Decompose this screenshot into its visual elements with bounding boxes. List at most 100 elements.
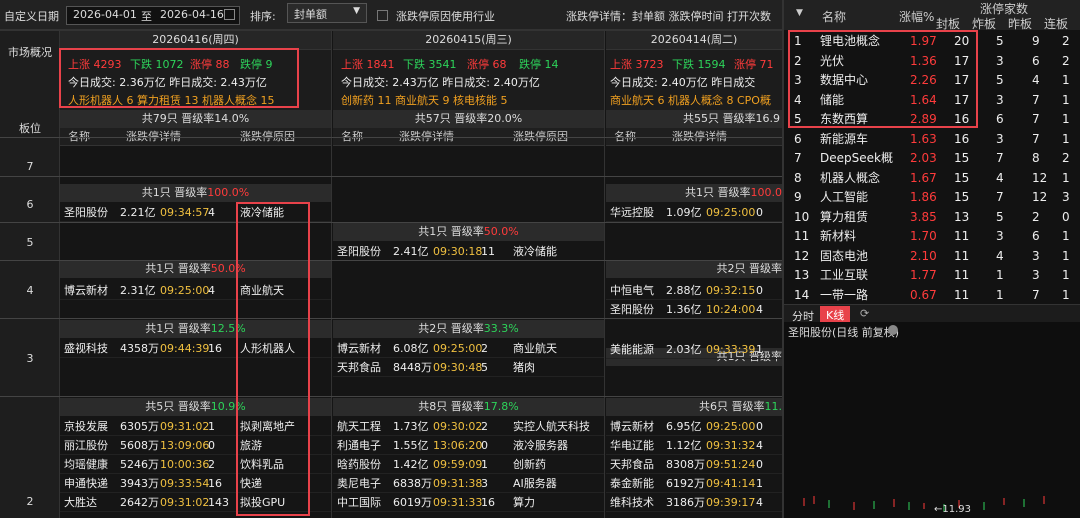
table-row[interactable]: 利通电子 1.55亿 13:06:20 0 液冷服务器 <box>333 436 604 455</box>
sector-cell: 6 <box>1032 53 1040 68</box>
table-row[interactable]: 博云新材 6.95亿 09:25:00 0 <box>606 417 782 436</box>
cell: 1 <box>208 420 215 433</box>
board-level-label: 板位 <box>19 122 41 135</box>
sector-cell: 3 <box>996 92 1004 107</box>
cell: 晗药股份 <box>337 458 381 471</box>
cell: 8448万 <box>393 361 432 374</box>
cell: AI服务器 <box>513 477 557 490</box>
cell: 09:31:02 <box>160 496 210 509</box>
table-row[interactable]: 圣阳股份 2.41亿 09:30:18 11 液冷储能 <box>333 242 604 261</box>
volume-text: 今日成交: 2.40万亿 昨日成交 <box>610 76 756 89</box>
sector-row[interactable]: 8 机器人概念 1.67 15 4 12 1 <box>784 169 1080 188</box>
table-row[interactable]: 中恒电气 2.88亿 09:32:15 0 <box>606 281 782 300</box>
table-row[interactable]: 盛视科技 4358万 09:44:39 16 人形机器人 <box>60 339 331 358</box>
sector-row[interactable]: 10 算力租赁 3.85 13 5 2 0 <box>784 208 1080 227</box>
table-row[interactable]: 丽江股份 5608万 13:09:06 0 旅游 <box>60 436 331 455</box>
table-row[interactable]: 泰金新能 6192万 09:41:14 1 <box>606 474 782 493</box>
table-row[interactable]: 京投发展 6305万 09:31:02 1 拟剥离地产 <box>60 417 331 436</box>
table-row[interactable]: 天邦食品 8448万 09:30:48 5 猪肉 <box>333 358 604 377</box>
sector-cell: 3 <box>1032 248 1040 263</box>
collapse-icon[interactable]: ▼ <box>796 8 803 18</box>
table-row[interactable]: 华电辽能 1.12亿 09:31:32 4 <box>606 436 782 455</box>
th-yesterday[interactable]: 昨板 <box>1008 15 1032 32</box>
cell: 1 <box>756 477 763 490</box>
table-row[interactable]: 奥尼电子 6838万 09:31:38 3 AI服务器 <box>333 474 604 493</box>
sector-row[interactable]: 4 储能 1.64 17 3 7 1 <box>784 91 1080 110</box>
sector-cell: 17 <box>954 73 970 87</box>
sector-row[interactable]: 2 光伏 1.36 17 3 6 2 <box>784 52 1080 71</box>
table-row[interactable]: 航天工程 1.73亿 09:30:02 2 实控人航天科技 <box>333 417 604 436</box>
sector-row[interactable]: 7 DeepSeek概 2.03 15 7 8 2 <box>784 149 1080 168</box>
up-count: 上涨 4293 <box>68 58 122 71</box>
sector-cell: 1.67 <box>910 170 937 185</box>
reason-industry-checkbox[interactable] <box>377 10 388 21</box>
sector-cell: 1.70 <box>910 229 937 243</box>
table-row[interactable]: 维科技术 3186万 09:39:17 4 <box>606 493 782 512</box>
table-row[interactable]: 中工国际 6019万 09:31:33 16 算力 <box>333 493 604 512</box>
table-row[interactable]: 晗药股份 1.42亿 09:59:09 1 创新药 <box>333 455 604 474</box>
sector-row[interactable]: 1 锂电池概念 1.97 20 5 9 2 <box>784 32 1080 51</box>
sector-cell: 工业互联 <box>820 268 869 282</box>
sector-cell: 储能 <box>820 92 845 107</box>
sector-cell: 2 <box>1062 53 1070 68</box>
dropdown-icon[interactable] <box>888 325 898 335</box>
cell: 丽江股份 <box>64 439 108 452</box>
table-row[interactable]: 大胜达 2642万 09:31:02 143 拟投GPU <box>60 493 331 512</box>
group-summary-2: 共8只 晋级率17.8% <box>333 398 604 416</box>
sector-cell: 1 <box>1062 112 1070 126</box>
cell: 0 <box>756 420 763 433</box>
sector-cell: 2.10 <box>910 248 937 263</box>
date-to[interactable]: 2026-04-16 <box>160 8 224 21</box>
cell: 4 <box>756 303 763 316</box>
sector-cell: 15 <box>954 170 970 185</box>
sector-ranking-panel: ▼ 名称 涨幅% 涨停家数 封板 炸板 昨板 连板 1 锂电池概念 1.97 20 5 9… <box>782 0 1080 518</box>
sector-row[interactable]: 5 东数西算 2.89 16 6 7 1 <box>784 110 1080 129</box>
cell: 0 <box>756 284 763 297</box>
sector-row[interactable]: 6 新能源车 1.63 16 3 7 1 <box>784 130 1080 149</box>
refresh-icon[interactable]: ⟳ <box>860 307 869 320</box>
day-column-3: 20260414(周二) 上涨 3723 下跌 1594 涨停 71 今日成交:… <box>606 30 782 518</box>
sector-row[interactable]: 14 一带一路 0.67 11 1 7 1 <box>784 286 1080 305</box>
calendar-icon[interactable] <box>224 9 235 20</box>
th-sector-name[interactable]: 名称 <box>822 8 846 25</box>
sector-cell: 9 <box>1032 34 1040 48</box>
sector-cell: 3 <box>1062 190 1070 204</box>
th-seal[interactable]: 封板 <box>936 15 960 32</box>
cell: 中工国际 <box>337 496 381 509</box>
sector-row[interactable]: 13 工业互联 1.77 11 1 3 1 <box>784 266 1080 285</box>
group-summary-4: 共1只 晋级率50.0% <box>60 260 331 278</box>
table-row[interactable]: 均瑶健康 5246万 10:00:36 2 饮料乳品 <box>60 455 331 474</box>
total-summary: 共57只 晋级率20.0% <box>333 110 604 128</box>
th-consecutive[interactable]: 连板 <box>1044 15 1068 32</box>
table-row[interactable]: 圣阳股份 1.36亿 10:24:00 4 <box>606 300 782 319</box>
sector-row[interactable]: 11 新材料 1.70 11 3 6 1 <box>784 227 1080 246</box>
group-summary-4: 共2只 晋级率 <box>606 260 782 278</box>
cell: 天邦食品 <box>610 458 654 471</box>
kline-chart[interactable]: 圣阳股份(日线 前复权) ←11.93 <box>784 322 1080 518</box>
table-row[interactable]: 美能能源 2.03亿 09:33:39 1 <box>606 340 782 359</box>
sector-row[interactable]: 3 数据中心 2.26 17 5 4 1 <box>784 71 1080 90</box>
th-broken[interactable]: 炸板 <box>972 15 996 32</box>
sector-row[interactable]: 9 人工智能 1.86 15 7 12 3 <box>784 188 1080 207</box>
sector-cell: 13 <box>954 209 970 224</box>
sector-cell: 1.63 <box>910 131 937 146</box>
cell: 奥尼电子 <box>337 477 381 490</box>
level-3: 3 <box>26 352 34 365</box>
table-row[interactable]: 博云新材 2.31亿 09:25:00 4 商业航天 <box>60 281 331 300</box>
sector-cell: 0.67 <box>910 287 937 302</box>
volume-text: 今日成交: 2.43万亿 昨日成交: 2.40万亿 <box>341 76 540 89</box>
sort-select[interactable]: 封单额 ▼ <box>287 3 367 23</box>
sector-row[interactable]: 12 固态电池 2.10 11 4 3 1 <box>784 247 1080 266</box>
table-row[interactable]: 天邦食品 8308万 09:51:24 0 <box>606 455 782 474</box>
th-pct[interactable]: 涨幅% <box>899 8 934 25</box>
group-summary-3: 共1只 晋级率12.5% <box>60 320 331 338</box>
limit-down-count: 跌停 9 <box>240 58 273 71</box>
date-from[interactable]: 2026-04-01 <box>73 8 137 21</box>
table-row[interactable]: 华远控股 1.09亿 09:25:00 0 <box>606 203 782 222</box>
table-row[interactable]: 圣阳股份 2.21亿 09:34:57 4 液冷储能 <box>60 203 331 222</box>
cell: 申通快递 <box>64 477 108 490</box>
sector-table-header: ▼ 名称 涨幅% 涨停家数 封板 炸板 昨板 连板 <box>784 0 1080 32</box>
table-row[interactable]: 申通快递 3943万 09:33:54 16 快递 <box>60 474 331 493</box>
cell: 液冷服务器 <box>513 439 568 452</box>
table-row[interactable]: 博云新材 6.08亿 09:25:00 2 商业航天 <box>333 339 604 358</box>
